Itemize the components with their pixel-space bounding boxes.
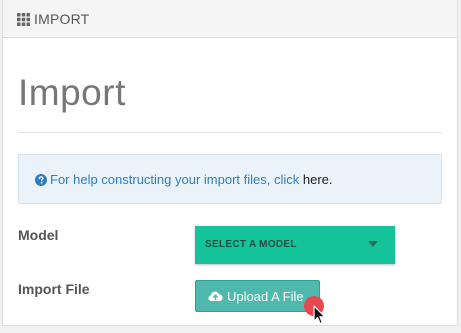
model-select[interactable]: SELECT A MODEL — [195, 226, 395, 264]
help-message: For help constructing your import files,… — [50, 172, 303, 187]
panel-header: IMPORT — [3, 0, 457, 38]
cloud-upload-icon — [208, 291, 223, 301]
chevron-down-icon — [368, 241, 378, 247]
upload-file-button[interactable]: Upload A File — [195, 280, 320, 312]
upload-file-label: Upload A File — [227, 289, 304, 304]
import-panel: IMPORT Import For help constructing your… — [2, 0, 458, 326]
import-file-label: Import File — [18, 281, 90, 297]
question-circle-icon — [35, 174, 47, 186]
grid-icon — [17, 13, 30, 26]
page-title: Import — [18, 72, 126, 113]
help-link[interactable]: here. — [303, 172, 333, 187]
model-select-value: SELECT A MODEL — [205, 239, 297, 250]
model-label: Model — [18, 227, 59, 243]
mouse-pointer-icon — [313, 305, 326, 325]
panel-header-title: IMPORT — [34, 11, 90, 27]
help-alert: For help constructing your import files,… — [18, 154, 442, 204]
title-divider — [18, 132, 442, 133]
help-text: For help constructing your import files,… — [50, 172, 333, 187]
